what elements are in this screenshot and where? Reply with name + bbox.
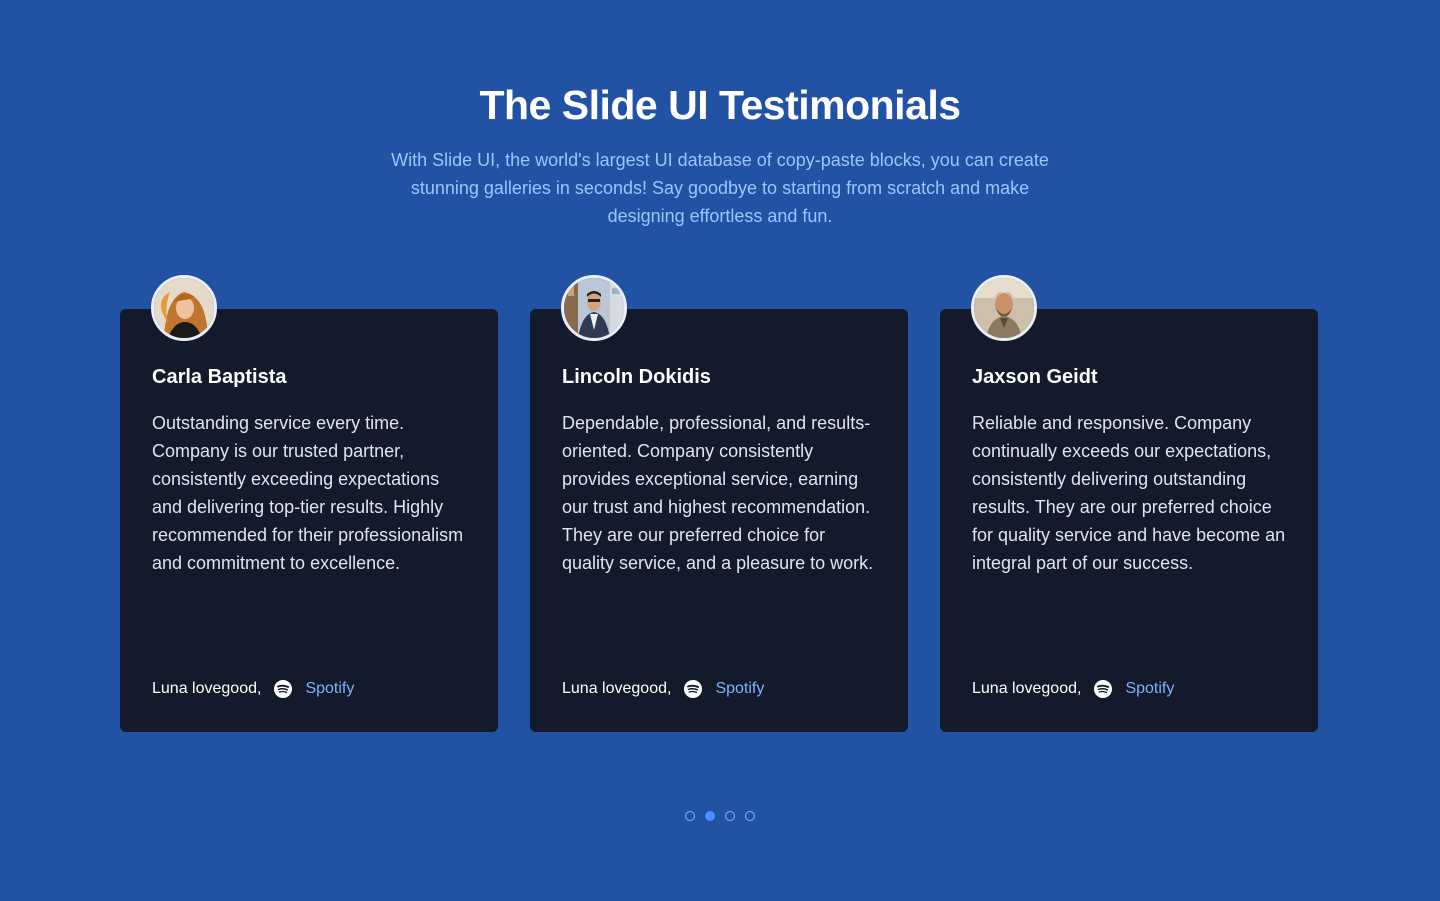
author-name: Luna lovegood, — [972, 680, 1082, 697]
pagination-dot-4[interactable] — [745, 811, 755, 821]
pagination-dot-1[interactable] — [685, 811, 695, 821]
author-name: Luna lovegood, — [562, 680, 672, 697]
section-subtitle: With Slide UI, the world's largest UI da… — [391, 150, 1049, 226]
carousel-pagination — [685, 811, 755, 821]
avatar — [561, 275, 627, 341]
company-link[interactable]: Spotify — [1125, 680, 1174, 698]
pagination-dot-3[interactable] — [725, 811, 735, 821]
testimonial-footer: Luna lovegood, Spotify — [972, 677, 1174, 701]
avatar — [151, 275, 217, 341]
pagination-dot-2[interactable] — [705, 811, 715, 821]
testimonial-card: Carla Baptista Outstanding service every… — [120, 275, 498, 732]
testimonial-quote: Reliable and responsive. Company continu… — [972, 413, 1286, 573]
spotify-icon — [1093, 679, 1113, 699]
section-title: The Slide UI Testimonials — [479, 82, 961, 128]
testimonial-quote: Outstanding service every time. Company … — [152, 413, 464, 573]
company-link[interactable]: Spotify — [715, 680, 764, 698]
testimonial-name: Jaxson Geidt — [972, 366, 1098, 388]
spotify-icon — [683, 679, 703, 699]
testimonial-quote: Dependable, professional, and results-or… — [562, 413, 874, 573]
testimonial-name: Carla Baptista — [152, 366, 287, 388]
author-name: Luna lovegood, — [152, 680, 262, 697]
testimonial-footer: Luna lovegood, Spotify — [152, 677, 354, 701]
testimonial-card: Lincoln Dokidis Dependable, professional… — [530, 275, 908, 732]
testimonial-footer: Luna lovegood, Spotify — [562, 677, 764, 701]
testimonial-name: Lincoln Dokidis — [562, 366, 711, 388]
company-link[interactable]: Spotify — [305, 680, 354, 698]
avatar — [971, 275, 1037, 341]
testimonial-card: Jaxson Geidt Reliable and responsive. Co… — [940, 275, 1318, 732]
spotify-icon — [273, 679, 293, 699]
